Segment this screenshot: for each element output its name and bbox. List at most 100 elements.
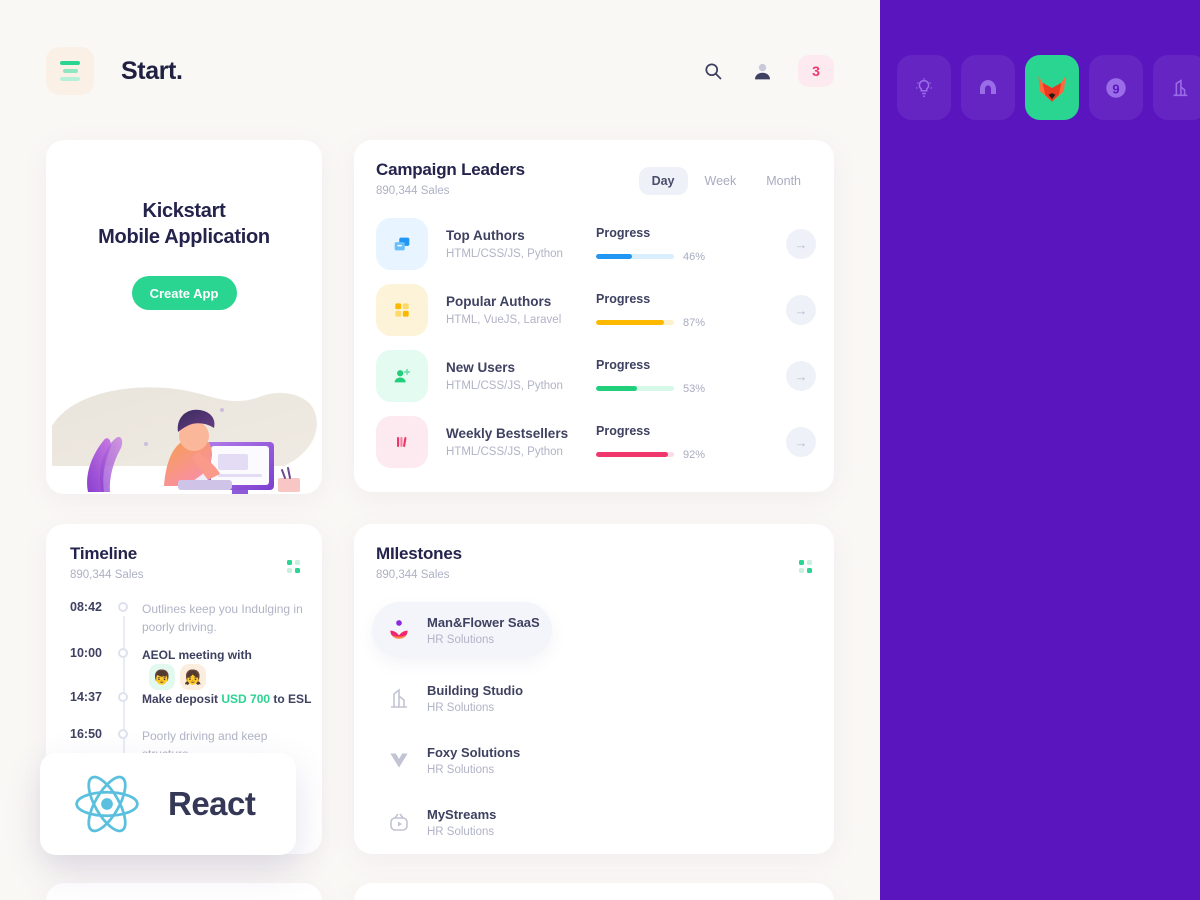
avatar: 👦	[149, 664, 175, 690]
timeline-time: 08:42	[70, 600, 102, 614]
hamburger-menu-icon[interactable]	[46, 47, 94, 95]
progress-label: Progress	[596, 423, 651, 438]
fox-logo-icon[interactable]	[1025, 55, 1079, 120]
lightbulb-icon[interactable]	[897, 55, 951, 120]
milestone-name: Man&Flower SaaS	[427, 614, 540, 630]
timeline-dot	[118, 692, 128, 702]
milestones-subtitle: 890,344 Sales	[376, 569, 450, 581]
milestones-card: MIlestones 890,344 Sales Man&Flower SaaS…	[354, 524, 1162, 854]
progress-track	[596, 320, 674, 325]
campaign-row-name: Popular Authors	[446, 294, 552, 309]
timeline-text-label: AEOL meeting with	[142, 648, 252, 662]
progress-fill	[596, 320, 664, 325]
progress-label: Progress	[596, 357, 651, 372]
progress-label: Progress	[596, 225, 651, 240]
milestone-text: Man&Flower SaaS HR Solutions	[427, 615, 540, 646]
progress-track	[596, 386, 674, 391]
kickstart-card: Kickstart Mobile Application Create App	[46, 140, 322, 494]
campaign-row-tags: HTML/CSS/JS, Python	[446, 446, 563, 458]
svg-text:9: 9	[1112, 81, 1119, 96]
menu-line	[60, 61, 80, 65]
campaign-subtitle: 890,344 Sales	[376, 185, 450, 197]
kickstart-title: Kickstart Mobile Application	[46, 198, 322, 250]
campaign-row-text: Weekly Bestsellers HTML/CSS/JS, Python	[446, 426, 596, 458]
timeline-event: 14:37 Make deposit USD 700 to ESL	[70, 690, 317, 708]
menu-line	[62, 69, 78, 73]
search-icon[interactable]	[700, 58, 726, 84]
timeline-header: Timeline 890,344 Sales	[70, 544, 144, 581]
milestone-row[interactable]: Man&Flower SaaS HR Solutions	[372, 602, 552, 658]
main-content: Start. 3 Kickstart Mobile Application Cr…	[0, 0, 1162, 900]
timeline-dot	[118, 602, 128, 612]
milestone-text: Building Studio HR Solutions	[427, 683, 523, 714]
app-switcher: 9	[897, 55, 1200, 120]
campaign-row-name: Top Authors	[446, 228, 525, 243]
milestones-title: MIlestones	[376, 544, 462, 563]
chevron-right-icon[interactable]: →	[786, 427, 816, 457]
progress-fill	[596, 386, 638, 391]
chevron-right-icon[interactable]: →	[786, 295, 816, 325]
campaign-row-tags: HTML, VueJS, Laravel	[446, 314, 562, 326]
tab-month[interactable]: Month	[753, 167, 814, 195]
campaign-row-name: Weekly Bestsellers	[446, 426, 569, 441]
campaign-row-progress: Progress 53%	[596, 358, 726, 395]
milestone-row[interactable]: Building Studio HR Solutions	[372, 670, 552, 726]
campaign-row-text: Popular Authors HTML, VueJS, Laravel	[446, 294, 596, 326]
grid-squares-icon	[376, 284, 428, 336]
nine-circle-icon[interactable]: 9	[1089, 55, 1143, 120]
milestone-row[interactable]: MyStreams HR Solutions	[372, 794, 552, 850]
books-icon	[376, 416, 428, 468]
arch-icon[interactable]	[961, 55, 1015, 120]
campaign-row[interactable]: Weekly Bestsellers HTML/CSS/JS, Python P…	[376, 416, 816, 468]
timeline-subtitle: 890,344 Sales	[70, 569, 144, 581]
bottom-card-right	[354, 883, 834, 900]
building-icon	[384, 683, 414, 713]
chevron-right-icon[interactable]: →	[786, 361, 816, 391]
milestone-name: Foxy Solutions	[427, 744, 521, 760]
campaign-leaders-card: Campaign Leaders 890,344 Sales Day Week …	[354, 140, 834, 492]
react-badge-card[interactable]: React	[40, 753, 296, 855]
campaign-row-text: Top Authors HTML/CSS/JS, Python	[446, 228, 596, 260]
fox-chevron-icon	[384, 745, 414, 775]
chevron-right-icon[interactable]: →	[786, 229, 816, 259]
progress-label: Progress	[596, 291, 651, 306]
react-label: React	[168, 785, 256, 822]
campaign-header: Campaign Leaders 890,344 Sales	[376, 160, 525, 197]
milestone-name: MyStreams	[427, 806, 497, 822]
timeline-text: Outlines keep you Indulging in poorly dr…	[142, 602, 303, 634]
tab-week[interactable]: Week	[692, 167, 750, 195]
time-range-segmented-control: Day Week Month	[638, 167, 814, 195]
dots-grid-icon[interactable]	[287, 560, 300, 573]
tab-day[interactable]: Day	[638, 167, 688, 195]
deposit-text-before: Make deposit	[142, 692, 222, 706]
notification-badge[interactable]: 3	[798, 55, 834, 87]
timeline-event: 08:42 Outlines keep you Indulging in poo…	[70, 600, 317, 636]
campaign-row-tags: HTML/CSS/JS, Python	[446, 380, 563, 392]
top-bar: Start. 3	[46, 46, 834, 96]
milestone-sub: HR Solutions	[427, 701, 495, 714]
milestone-row[interactable]: Foxy Solutions HR Solutions	[372, 732, 552, 788]
timeline-text: AEOL meeting with 👦 👧	[142, 646, 317, 690]
kickstart-title-line2: Mobile Application	[98, 226, 270, 248]
avatar: 👧	[180, 664, 206, 690]
timeline-dot	[118, 648, 128, 658]
campaign-row-text: New Users HTML/CSS/JS, Python	[446, 360, 596, 392]
top-bar-actions: 3	[700, 55, 834, 87]
right-sidebar: 9 Daily Stats 57 Mon Tue Wed	[880, 0, 1200, 900]
campaign-title: Campaign Leaders	[376, 160, 525, 179]
timeline-avatars: 👦 👧	[149, 664, 206, 690]
kickstart-title-line1: Kickstart	[142, 200, 226, 222]
chat-bubbles-icon	[376, 218, 428, 270]
dots-grid-icon[interactable]	[799, 560, 812, 573]
progress-percent: 92%	[683, 448, 706, 461]
campaign-row[interactable]: Popular Authors HTML, VueJS, Laravel Pro…	[376, 284, 816, 336]
campaign-row[interactable]: New Users HTML/CSS/JS, Python Progress 5…	[376, 350, 816, 402]
campaign-row[interactable]: Top Authors HTML/CSS/JS, Python Progress…	[376, 218, 816, 270]
create-app-button[interactable]: Create App	[131, 276, 237, 310]
timeline-title: Timeline	[70, 544, 138, 563]
building-tower-icon[interactable]	[1153, 55, 1200, 120]
user-avatar-icon[interactable]	[749, 58, 775, 84]
milestone-sub: HR Solutions	[427, 633, 495, 646]
tv-play-icon	[384, 807, 414, 837]
react-atom-icon	[75, 775, 139, 833]
